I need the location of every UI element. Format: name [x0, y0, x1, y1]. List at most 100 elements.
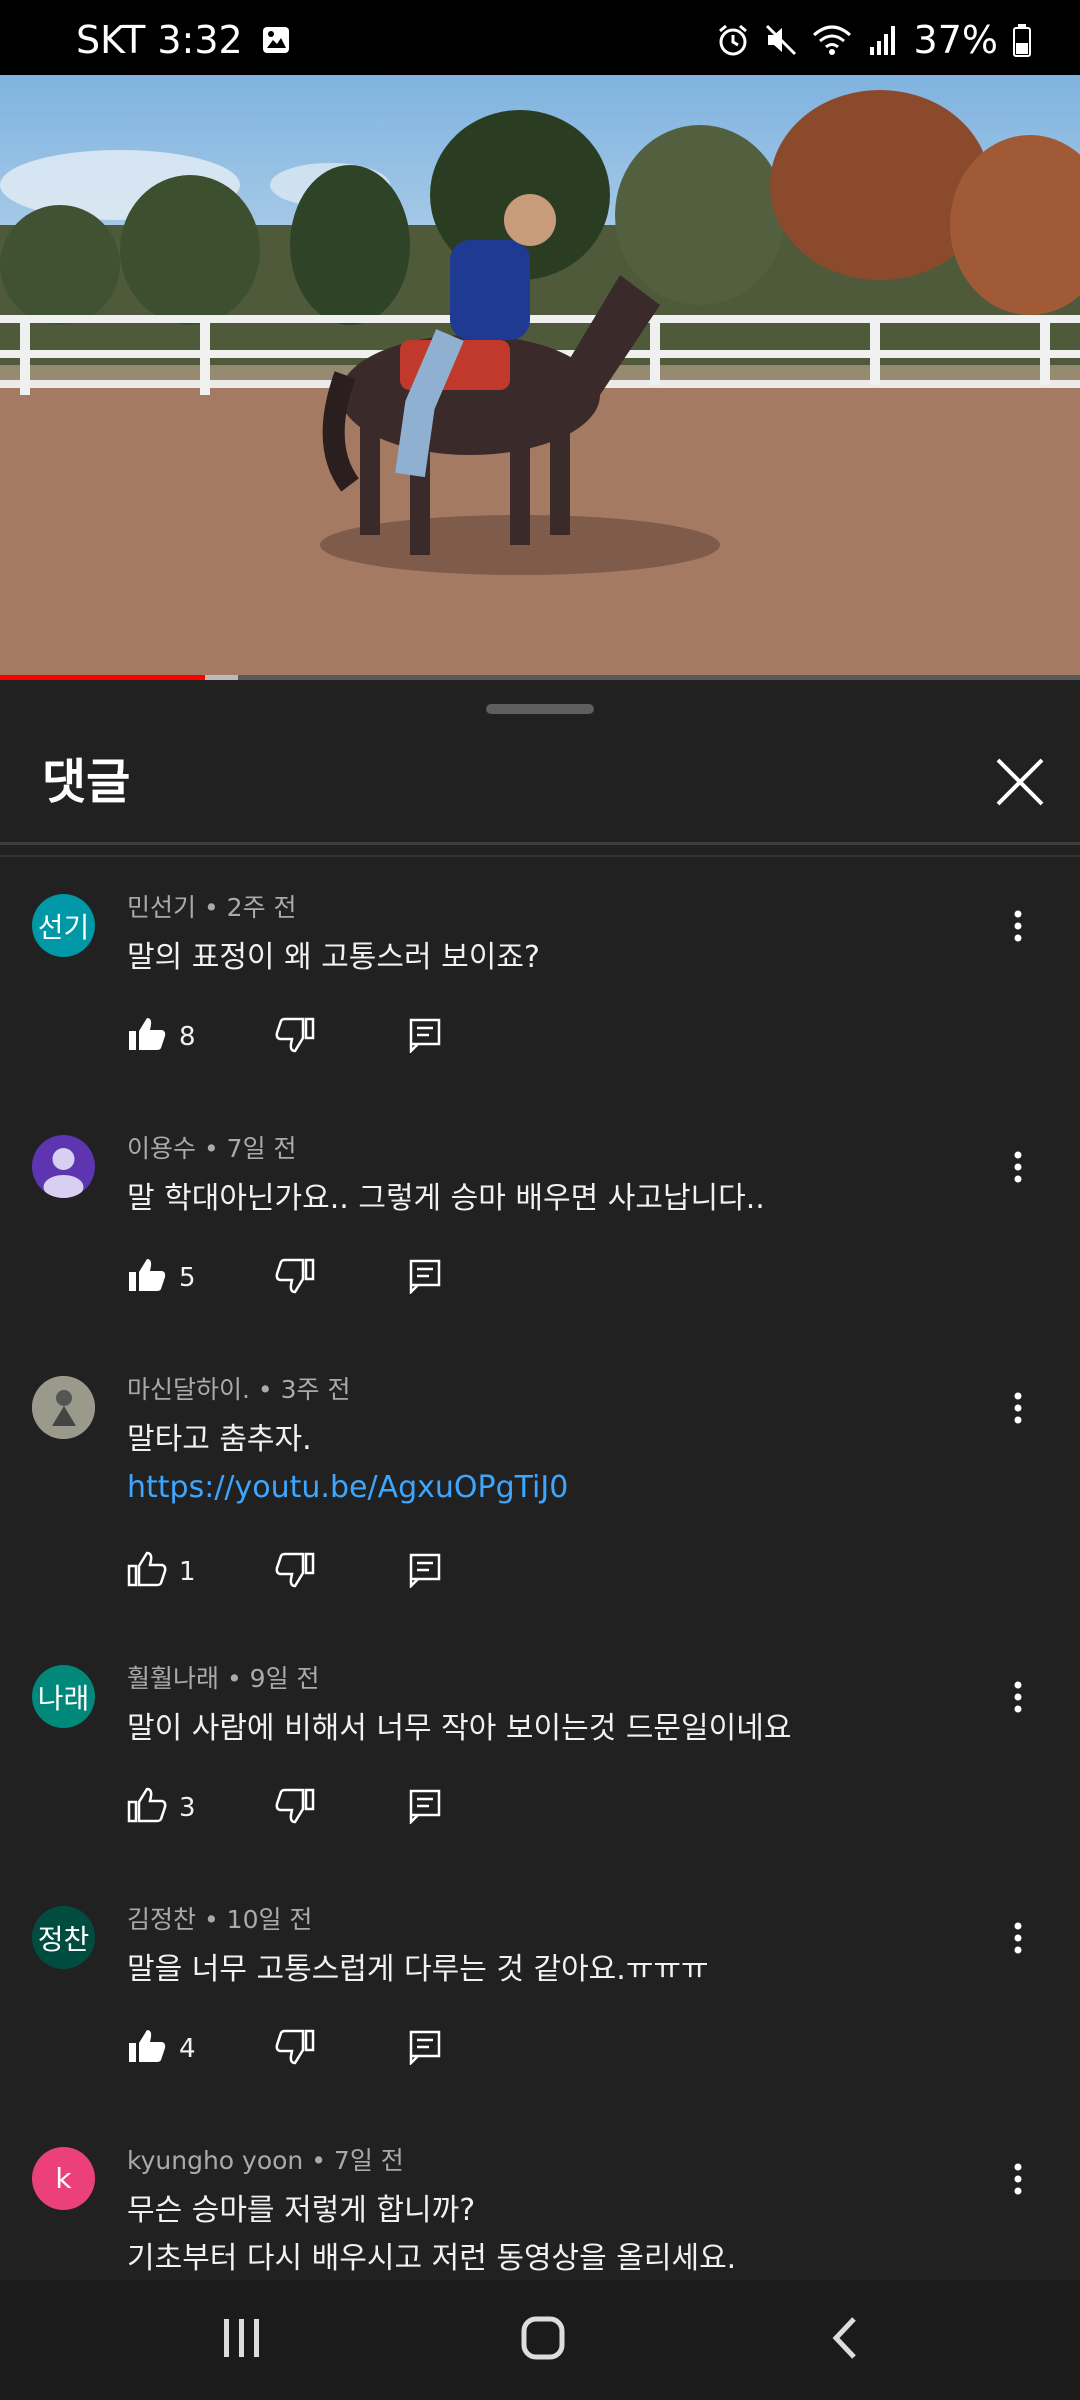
like-button[interactable]: 4	[127, 2028, 275, 2071]
comment-more-button[interactable]	[1000, 908, 1036, 944]
comment-meta: 마신달하이. • 3주 전	[127, 1370, 350, 1406]
comment-more-button[interactable]	[1000, 1679, 1036, 1715]
meta-separator: •	[257, 1375, 281, 1404]
more-vert-icon	[1000, 1922, 1036, 1960]
more-vert-icon	[1000, 1681, 1036, 1719]
like-icon	[127, 1016, 167, 1059]
comment-more-button[interactable]	[1000, 1920, 1036, 1956]
like-icon	[127, 2028, 167, 2071]
dislike-icon	[275, 1788, 315, 1828]
dislike-icon	[275, 2029, 315, 2069]
avatar[interactable]: k	[32, 2147, 95, 2210]
dislike-icon	[275, 1017, 315, 1057]
reply-button[interactable]	[408, 1258, 442, 1298]
drag-handle[interactable]	[486, 704, 594, 714]
comment-text: 말의 표정이 왜 고통스러 보이죠?	[127, 940, 540, 975]
video-progress-bar[interactable]	[0, 675, 1080, 680]
back-button[interactable]	[828, 2315, 862, 2365]
avatar[interactable]: 나래	[32, 1665, 95, 1728]
meta-separator: •	[226, 1664, 250, 1693]
home-button[interactable]	[520, 2315, 566, 2365]
dislike-button[interactable]	[275, 2029, 408, 2069]
avatar[interactable]: 정찬	[32, 1906, 95, 1969]
comment-actions: 4	[127, 2024, 442, 2074]
comment-meta: 민선기 • 2주 전	[127, 888, 297, 924]
comment-text: 말 학대아닌가요.. 그렇게 승마 배우면 사고납니다..	[127, 1181, 765, 1216]
like-button[interactable]: 5	[127, 1257, 275, 1300]
comment-item: 이용수 • 7일 전 말 학대아닌가요.. 그렇게 승마 배우면 사고납니다..…	[0, 1123, 1080, 1343]
battery-icon	[1012, 23, 1032, 57]
dislike-icon	[275, 1552, 315, 1592]
like-count: 4	[179, 2034, 196, 2064]
reply-button[interactable]	[408, 1017, 442, 1057]
comment-text: 무슨 승마를 저렇게 합니까?	[127, 2193, 476, 2228]
reply-button[interactable]	[408, 1552, 442, 1592]
avatar[interactable]: 선기	[32, 894, 95, 957]
wifi-icon	[812, 23, 852, 57]
mute-icon	[764, 23, 798, 57]
dislike-button[interactable]	[275, 1788, 408, 1828]
divider	[0, 855, 1080, 857]
comment-body: 말타고 춤추자. https://youtu.be/AgxuOPgTiJ0	[127, 1416, 568, 1512]
like-button[interactable]: 1	[127, 1551, 275, 1594]
carrier-time: SKT 3:32	[76, 18, 243, 62]
comment-item: 정찬 김정찬 • 10일 전 말을 너무 고통스럽게 다루는 것 같아요.ㅠㅠㅠ…	[0, 1894, 1080, 2114]
comment-item: 마신달하이. • 3주 전 말타고 춤추자. https://youtu.be/A…	[0, 1364, 1080, 1590]
alarm-icon	[716, 23, 750, 57]
like-button[interactable]: 8	[127, 1016, 275, 1059]
comment-time: 7일 전	[333, 2146, 404, 2175]
comment-meta: 훨훨나래 • 9일 전	[127, 1659, 320, 1695]
more-vert-icon	[1000, 1151, 1036, 1189]
comment-more-button[interactable]	[1000, 1149, 1036, 1185]
dislike-button[interactable]	[275, 1258, 408, 1298]
video-progress-fill	[0, 675, 206, 680]
reply-icon	[408, 1789, 442, 1828]
dislike-button[interactable]	[275, 1017, 408, 1057]
comment-time: 2주 전	[226, 893, 297, 922]
comment-more-button[interactable]	[1000, 1390, 1036, 1426]
comment-item: 선기 민선기 • 2주 전 말의 표정이 왜 고통스러 보이죠? 8	[0, 882, 1080, 1102]
video-player[interactable]	[0, 75, 1080, 680]
reply-button[interactable]	[408, 2029, 442, 2069]
comment-body: 말의 표정이 왜 고통스러 보이죠?	[127, 934, 540, 982]
like-button[interactable]: 3	[127, 1787, 275, 1830]
comment-author[interactable]: 이용수	[127, 1134, 196, 1163]
like-count: 8	[179, 1022, 196, 1052]
comment-author[interactable]: 마신달하이.	[127, 1375, 250, 1404]
comment-time: 3주 전	[280, 1375, 351, 1404]
reply-icon	[408, 1259, 442, 1298]
comment-actions: 5	[127, 1253, 442, 1303]
comment-meta: kyungho yoon • 7일 전	[127, 2141, 404, 2177]
comment-body: 말이 사람에 비해서 너무 작아 보이는것 드문일이네요	[127, 1705, 791, 1753]
comment-body: 무슨 승마를 저렇게 합니까? 기초부터 다시 배우시고 저런 동영상을 올리세요…	[127, 2187, 736, 2283]
comment-author[interactable]: 훨훨나래	[127, 1664, 219, 1693]
more-vert-icon	[1000, 2163, 1036, 2201]
comment-link[interactable]: https://youtu.be/AgxuOPgTiJ0	[127, 1464, 568, 1512]
like-icon	[127, 1551, 167, 1594]
more-vert-icon	[1000, 1392, 1036, 1430]
dislike-button[interactable]	[275, 1552, 408, 1592]
reply-icon	[408, 1018, 442, 1057]
comment-text: 말이 사람에 비해서 너무 작아 보이는것 드문일이네요	[127, 1711, 792, 1746]
comment-body: 말 학대아닌가요.. 그렇게 승마 배우면 사고납니다..	[127, 1175, 765, 1223]
signal-icon	[866, 23, 900, 57]
comment-author[interactable]: 민선기	[127, 893, 196, 922]
close-icon	[996, 758, 1044, 806]
comment-time: 7일 전	[226, 1134, 297, 1163]
meta-separator: •	[311, 2146, 334, 2175]
video-frame	[0, 90, 1080, 680]
reply-icon	[408, 2030, 442, 2069]
panel-title: 댓글	[42, 754, 131, 810]
recent-apps-button[interactable]	[220, 2315, 264, 2365]
close-button[interactable]	[990, 752, 1050, 812]
comment-author[interactable]: kyungho yoon	[127, 2146, 303, 2175]
avatar[interactable]	[32, 1376, 95, 1439]
comment-more-button[interactable]	[1000, 2161, 1036, 2197]
comment-item: 나래 훨훨나래 • 9일 전 말이 사람에 비해서 너무 작아 보이는것 드문일…	[0, 1653, 1080, 1873]
meta-separator: •	[203, 893, 227, 922]
comment-author[interactable]: 김정찬	[127, 1905, 196, 1934]
like-count: 5	[179, 1263, 196, 1293]
avatar[interactable]	[32, 1135, 95, 1198]
reply-icon	[408, 1553, 442, 1592]
reply-button[interactable]	[408, 1788, 442, 1828]
